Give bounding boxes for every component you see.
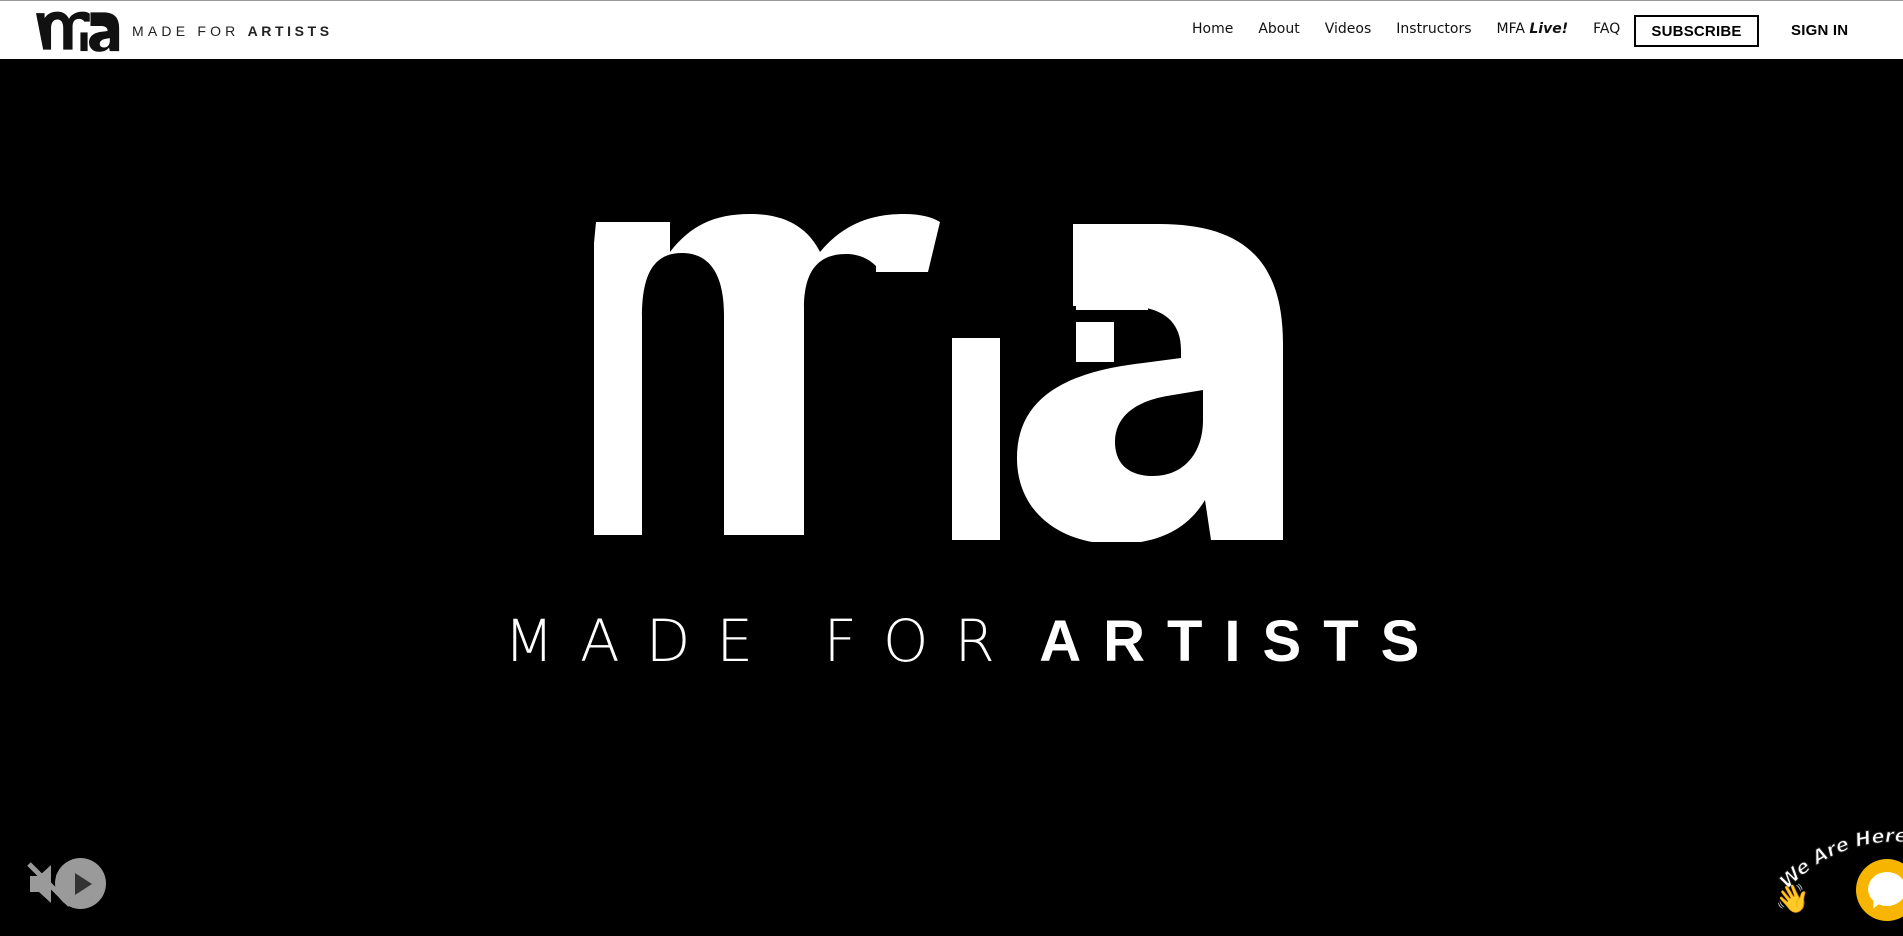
sign-in-button[interactable]: SIGN IN: [1791, 22, 1848, 39]
chat-bubble-icon[interactable]: [1856, 859, 1903, 921]
nav-instructors[interactable]: Instructors: [1396, 21, 1471, 37]
hero-mfa-logo: [594, 214, 1283, 542]
play-control: [55, 858, 141, 909]
nav-faq[interactable]: FAQ: [1593, 21, 1620, 37]
mfa-logo-icon: [36, 11, 120, 52]
main-nav: Home About Videos Instructors MFA Live! …: [1192, 21, 1620, 37]
site-header: MADE FOR ARTISTS Home About Videos Instr…: [0, 1, 1903, 59]
chat-widget[interactable]: We Are Here! 👋: [1775, 828, 1903, 936]
waving-hand-icon: 👋: [1775, 882, 1810, 915]
nav-home[interactable]: Home: [1192, 21, 1233, 37]
nav-mfa-live[interactable]: MFA Live!: [1497, 21, 1569, 37]
logo-wordmark: MADE FOR ARTISTS: [132, 23, 333, 39]
nav-videos[interactable]: Videos: [1325, 21, 1372, 37]
subscribe-button[interactable]: SUBSCRIBE: [1634, 15, 1759, 47]
play-icon[interactable]: [55, 858, 106, 909]
nav-about[interactable]: About: [1258, 21, 1299, 37]
hero-tagline: MADE FOR ARTISTS: [504, 607, 1442, 675]
site-logo[interactable]: MADE FOR ARTISTS: [36, 9, 333, 53]
